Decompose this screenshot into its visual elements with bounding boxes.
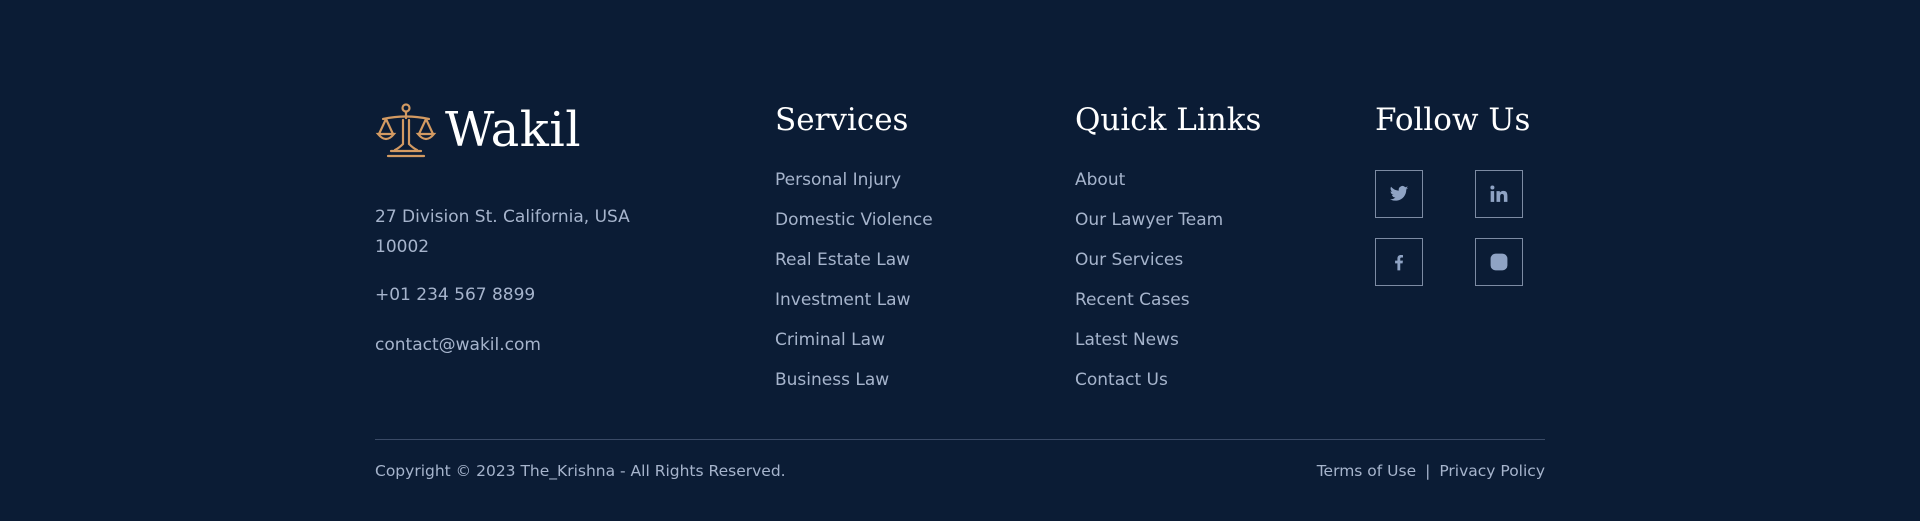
scales-of-justice-icon [375, 103, 437, 158]
linkedin-button[interactable] [1475, 170, 1523, 218]
twitter-button[interactable] [1375, 170, 1423, 218]
twitter-icon [1389, 186, 1409, 201]
quick-link-about[interactable]: About [1075, 168, 1223, 208]
contact-email[interactable]: contact@wakil.com [375, 333, 541, 357]
quick-links-heading: Quick Links [1075, 102, 1262, 138]
service-link-criminal-law[interactable]: Criminal Law [775, 328, 933, 368]
privacy-policy-link[interactable]: Privacy Policy [1439, 460, 1545, 482]
quick-links-list: About Our Lawyer Team Our Services Recen… [1075, 168, 1223, 408]
quick-link-recent-cases[interactable]: Recent Cases [1075, 288, 1223, 328]
copyright-text: Copyright © 2023 The_Krishna - All Right… [375, 462, 786, 480]
contact-address: 27 Division St. California, USA 10002 [375, 207, 630, 257]
legal-separator: | [1425, 462, 1431, 480]
facebook-button[interactable] [1375, 238, 1423, 286]
facebook-icon [1395, 255, 1403, 271]
instagram-icon [1490, 253, 1508, 271]
service-link-domestic-violence[interactable]: Domestic Violence [775, 208, 933, 248]
quick-link-latest-news[interactable]: Latest News [1075, 328, 1223, 368]
site-footer: Wakil 27 Division St. California, USA 10… [0, 0, 1920, 521]
contact-phone[interactable]: +01 234 567 8899 [375, 283, 535, 307]
service-link-personal-injury[interactable]: Personal Injury [775, 168, 933, 208]
services-list: Personal Injury Domestic Violence Real E… [775, 168, 933, 408]
footer-divider [375, 439, 1545, 440]
instagram-button[interactable] [1475, 238, 1523, 286]
quick-link-contact-us[interactable]: Contact Us [1075, 368, 1223, 408]
terms-of-use-link[interactable]: Terms of Use [1317, 460, 1416, 482]
linkedin-icon [1490, 185, 1508, 202]
service-link-business-law[interactable]: Business Law [775, 368, 933, 408]
services-heading: Services [775, 102, 909, 138]
legal-links: Terms of Use | Privacy Policy [1317, 460, 1545, 482]
brand-logo[interactable]: Wakil [375, 100, 581, 160]
service-link-real-estate-law[interactable]: Real Estate Law [775, 248, 933, 288]
quick-link-our-services[interactable]: Our Services [1075, 248, 1223, 288]
brand-name: Wakil [445, 102, 582, 158]
follow-us-heading: Follow Us [1375, 102, 1531, 138]
quick-link-lawyer-team[interactable]: Our Lawyer Team [1075, 208, 1223, 248]
service-link-investment-law[interactable]: Investment Law [775, 288, 933, 328]
